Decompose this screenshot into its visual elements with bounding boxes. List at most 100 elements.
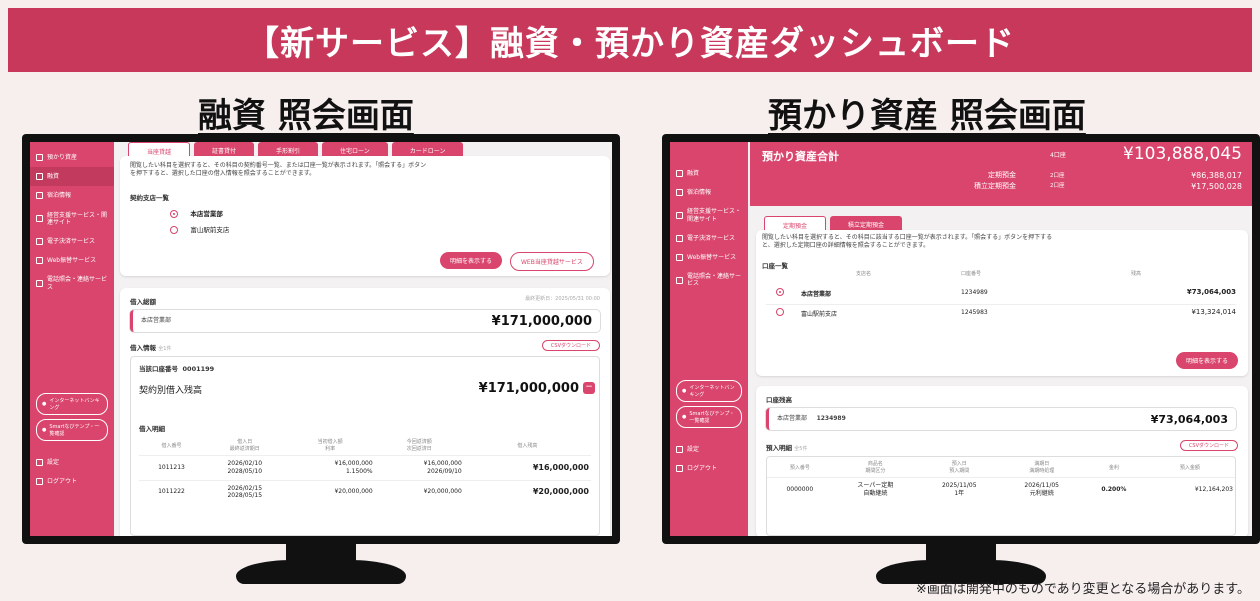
table-row[interactable]: 1011213 2026/02/10 2028/05/10 ¥16,000,00…	[139, 455, 591, 481]
branch-option[interactable]: 富山駅前支店	[170, 224, 229, 234]
sidebar-label: 電話照会・連絡サービス	[687, 273, 742, 288]
deposit-detail-table: 預入番号 商品名 期間区分 預入日 預入期間 満期日 満期時処理 金利 預入金額…	[766, 456, 1236, 536]
total-assets-header: 預かり資産合計 4口座 ¥103,888,045 定期預金 積立定期預金 2口座 2…	[750, 142, 1252, 206]
table-row[interactable]: 0000000 スーパー定期 自動継続 2025/11/05 1年 2026/1…	[767, 476, 1235, 502]
sidebar-item-phone[interactable]: 電話照会・連絡サービス	[670, 267, 748, 293]
radio-icon	[170, 226, 178, 234]
total-label: 預かり資産合計	[762, 150, 839, 163]
smart-navi-button[interactable]: ● Smartなびテンプ・一覧確認	[36, 418, 108, 441]
loan-info-label: 借入情報	[130, 344, 156, 352]
csv-download-button[interactable]: CSVダウンロード	[541, 340, 600, 351]
sidebar-item-transfer[interactable]: Web振替サービス	[30, 251, 114, 270]
transfer-icon	[36, 257, 43, 265]
balance-row: 本店営業部 1234989 ¥73,064,003	[766, 408, 1236, 430]
right-main: 預かり資産合計 4口座 ¥103,888,045 定期預金 積立定期預金 2口座 2…	[750, 142, 1252, 536]
sidebar-item-transfer[interactable]: Web振替サービス	[670, 248, 748, 267]
right-heading: 預かり資産 照会画面	[768, 96, 1086, 136]
sidebar-item-info[interactable]: 宿泊情報	[670, 183, 748, 202]
right-monitor: 融資 宿泊情報 経営支援サービス・関連サイト 電子決済サービス Web振替サービ…	[662, 134, 1260, 544]
branch-list-label: 契約支店一覧	[130, 194, 169, 202]
list-item[interactable]: 富山駅前支店 1245983 ¥13,324,014	[766, 304, 1236, 318]
web-overdraft-button[interactable]: WEB当座貸越サービス	[510, 252, 594, 271]
left-heading: 融資 照会画面	[198, 96, 414, 136]
list-item[interactable]: 本店営業部 1234989 ¥73,064,003	[766, 286, 1236, 300]
sidebar-item-settings[interactable]: 設定	[670, 440, 748, 459]
sidebar-item-support[interactable]: 経営支援サービス・関連サイト	[670, 202, 748, 228]
left-stand-base	[236, 560, 406, 584]
sidebar-item-payment[interactable]: 電子決済サービス	[30, 232, 114, 251]
sub-counts: 2口座 2口座	[1050, 171, 1065, 192]
balance-title: 借入総額	[130, 298, 156, 306]
column-header: 支店名	[856, 271, 872, 277]
column-header: 金利	[1108, 464, 1119, 471]
show-details-button[interactable]: 明細を表示する	[440, 252, 503, 269]
sidebar-label: 経営支援サービス・関連サイト	[687, 208, 742, 223]
column-header: 今回返済額 次回返済日	[406, 439, 432, 452]
collapse-icon[interactable]: −	[583, 382, 595, 394]
link-icon: ●	[42, 400, 47, 407]
sidebar-item-deposits[interactable]: 預かり資産	[30, 148, 114, 167]
chart-icon	[676, 170, 683, 178]
sidebar-label: 宿泊情報	[47, 192, 72, 200]
sidebar-item-logout[interactable]: ログアウト	[30, 472, 114, 491]
table-cell: 0000000	[767, 476, 833, 502]
sub-label: 積立定期預金	[974, 182, 1016, 191]
left-sidebar: 預かり資産 融資 宿泊情報 経営支援サービス・関連サイト 電子決済サービス We…	[30, 142, 114, 536]
description: 閲覧したい科目を選択すると、その科目の契約番号一覧、または口座一覧が表示されます…	[130, 162, 427, 178]
column-header: 商品名 期間区分	[865, 461, 886, 474]
balance-amount: ¥171,000,000	[491, 313, 592, 329]
smart-navi-button[interactable]: ● Smartなびテンプ・一覧確認	[676, 405, 742, 428]
loan-screen: 預かり資産 融資 宿泊情報 経営支援サービス・関連サイト 電子決済サービス We…	[30, 142, 612, 536]
account-amount: ¥13,324,014	[1191, 308, 1236, 316]
title-banner: 【新サービス】融資・預かり資産ダッシュボード	[8, 8, 1252, 72]
contract-amount: ¥171,000,000	[478, 381, 579, 396]
table-header-row: 預入番号 商品名 期間区分 預入日 預入期間 満期日 満期時処理 金利 預入金額	[767, 457, 1235, 478]
table-cell: ¥16,000,000	[463, 455, 591, 481]
sidebar-label: 融資	[687, 170, 700, 177]
table-cell: ¥20,000,000	[463, 479, 591, 505]
table-cell: スーパー定期 自動継続	[832, 476, 919, 502]
left-monitor: 預かり資産 融資 宿泊情報 経営支援サービス・関連サイト 電子決済サービス We…	[22, 134, 620, 544]
updated-date: 最終更新日：2025/05/31 00:00	[525, 296, 600, 302]
sidebar-item-loan[interactable]: 融資	[30, 167, 114, 187]
sidebar-item-loan[interactable]: 融資	[670, 164, 748, 183]
sidebar-item-info[interactable]: 宿泊情報	[30, 186, 114, 205]
account-number: 当該口座番号 0001199	[139, 363, 214, 373]
sidebar-item-settings[interactable]: 設定	[30, 453, 114, 472]
internet-banking-button[interactable]: ● インターネットバンキング	[36, 392, 108, 415]
internet-banking-button[interactable]: ● インターネットバンキング	[676, 379, 742, 402]
sidebar-item-phone[interactable]: 電話照会・連絡サービス	[30, 270, 114, 296]
chart-icon	[36, 173, 43, 181]
account-branch: 富山駅前支店	[801, 311, 838, 318]
document-icon	[36, 192, 43, 200]
sidebar-item-logout[interactable]: ログアウト	[670, 459, 748, 478]
csv-download-button[interactable]: CSVダウンロード	[1179, 440, 1238, 451]
sidebar-item-support[interactable]: 経営支援サービス・関連サイト	[30, 206, 114, 232]
column-header: 借入日 最終返済期日	[229, 439, 260, 452]
loan-detail-table: 借入番号 借入日 最終返済期日 当初借入額 利率 今回返済額 次回返済日 借入残…	[139, 435, 591, 505]
show-details-button[interactable]: 明細を表示する	[1175, 352, 1238, 369]
column-header: 借入残高	[517, 442, 538, 449]
balance-number: 1234989	[816, 414, 846, 422]
branch-name: 富山駅前支店	[190, 226, 230, 234]
description: 閲覧したい科目を選択すると、その科目に該当する口座一覧が表示されます。「照会する…	[762, 234, 1053, 250]
balance-row: 本店営業部 ¥171,000,000	[130, 310, 600, 332]
balance-branch: 本店営業部	[777, 414, 808, 422]
phone-icon	[676, 276, 683, 284]
contract-label: 契約別借入残高	[139, 386, 203, 396]
loan-info-count: 全1件	[158, 346, 172, 352]
total-amount: ¥103,888,045	[1123, 144, 1242, 164]
table-row[interactable]: 1011222 2026/02/15 2028/05/15 ¥20,000,00…	[139, 479, 591, 505]
table-cell: 1011222	[139, 479, 204, 505]
button-label: インターネットバンキング	[689, 384, 735, 398]
detail-title: 預入明細 全5件	[766, 442, 807, 452]
account-branch: 本店営業部	[801, 291, 832, 298]
sidebar-item-payment[interactable]: 電子決済サービス	[670, 229, 748, 248]
right-sidebar: 融資 宿泊情報 経営支援サービス・関連サイト 電子決済サービス Web振替サービ…	[670, 142, 748, 536]
table-cell: ¥12,164,203	[1144, 476, 1235, 502]
button-label: Smartなびテンプ・一覧確認	[49, 423, 100, 437]
column-header: 預入番号	[789, 464, 810, 471]
branch-option[interactable]: 本店営業部	[170, 208, 223, 218]
sidebar-label: 経営支援サービス・関連サイト	[47, 211, 108, 226]
detail-label: 預入明細	[766, 444, 792, 452]
